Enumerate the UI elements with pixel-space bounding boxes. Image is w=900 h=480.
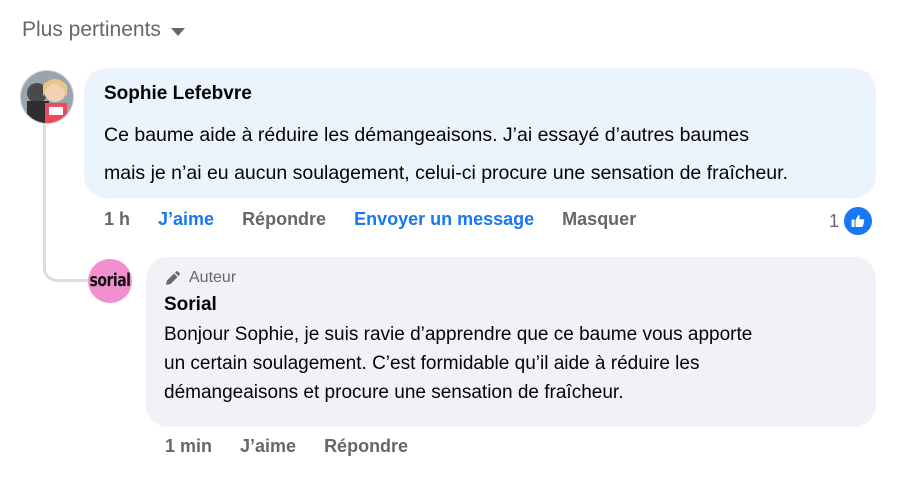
- author-badge: Auteur: [164, 267, 858, 289]
- comment-text-line: mais je n’ai eu aucun soulagement, celui…: [104, 162, 788, 184]
- pencil-icon: [166, 271, 180, 285]
- comment-time[interactable]: 1 h: [104, 209, 130, 230]
- thread-connector: [43, 122, 46, 272]
- like-button[interactable]: J’aime: [240, 436, 296, 457]
- avatar-sorial[interactable]: sorial: [88, 259, 132, 303]
- caret-down-icon: [170, 27, 185, 36]
- like-button[interactable]: J’aime: [158, 209, 214, 230]
- send-message-button[interactable]: Envoyer un message: [354, 209, 534, 230]
- reply-author[interactable]: Sorial: [164, 293, 858, 317]
- thread-connector-branch: [43, 268, 88, 282]
- reaction-summary[interactable]: 1: [829, 205, 875, 237]
- reply-text-line: démangeaisons et procure une sensation d…: [164, 382, 624, 403]
- comment-text-line: Ce baume aide à réduire les démangeaison…: [104, 124, 749, 146]
- reply-button[interactable]: Répondre: [242, 209, 326, 230]
- comment-author[interactable]: Sophie Lefebvre: [104, 82, 856, 106]
- comment-actions: 1 h J’aime Répondre Envoyer un message M…: [104, 209, 664, 230]
- comment-bubble: Sophie Lefebvre Ce baume aide à réduire …: [84, 68, 876, 198]
- reaction-count: 1: [829, 210, 840, 231]
- avatar-logo-text: sorial: [89, 271, 131, 291]
- reply-text-line: Bonjour Sophie, je suis ravie d’apprendr…: [164, 324, 753, 345]
- avatar-photo: [21, 71, 73, 123]
- avatar-sophie[interactable]: [20, 70, 74, 124]
- reply-time[interactable]: 1 min: [165, 436, 212, 457]
- reply-actions: 1 min J’aime Répondre: [165, 436, 436, 457]
- sort-dropdown[interactable]: Plus pertinents: [22, 18, 185, 42]
- reply-text-line: un certain soulagement. C’est formidable…: [164, 353, 700, 374]
- reply-bubble: Auteur Sorial Bonjour Sophie, je suis ra…: [146, 257, 876, 427]
- sort-label: Plus pertinents: [22, 18, 161, 41]
- reply-button[interactable]: Répondre: [324, 436, 408, 457]
- author-badge-label: Auteur: [189, 269, 237, 286]
- comment-text: Ce baume aide à réduire les démangeaison…: [104, 116, 856, 192]
- hide-button[interactable]: Masquer: [562, 209, 636, 230]
- thumbs-up-icon: [842, 205, 875, 237]
- reply-text: Bonjour Sophie, je suis ravie d’apprendr…: [164, 320, 858, 407]
